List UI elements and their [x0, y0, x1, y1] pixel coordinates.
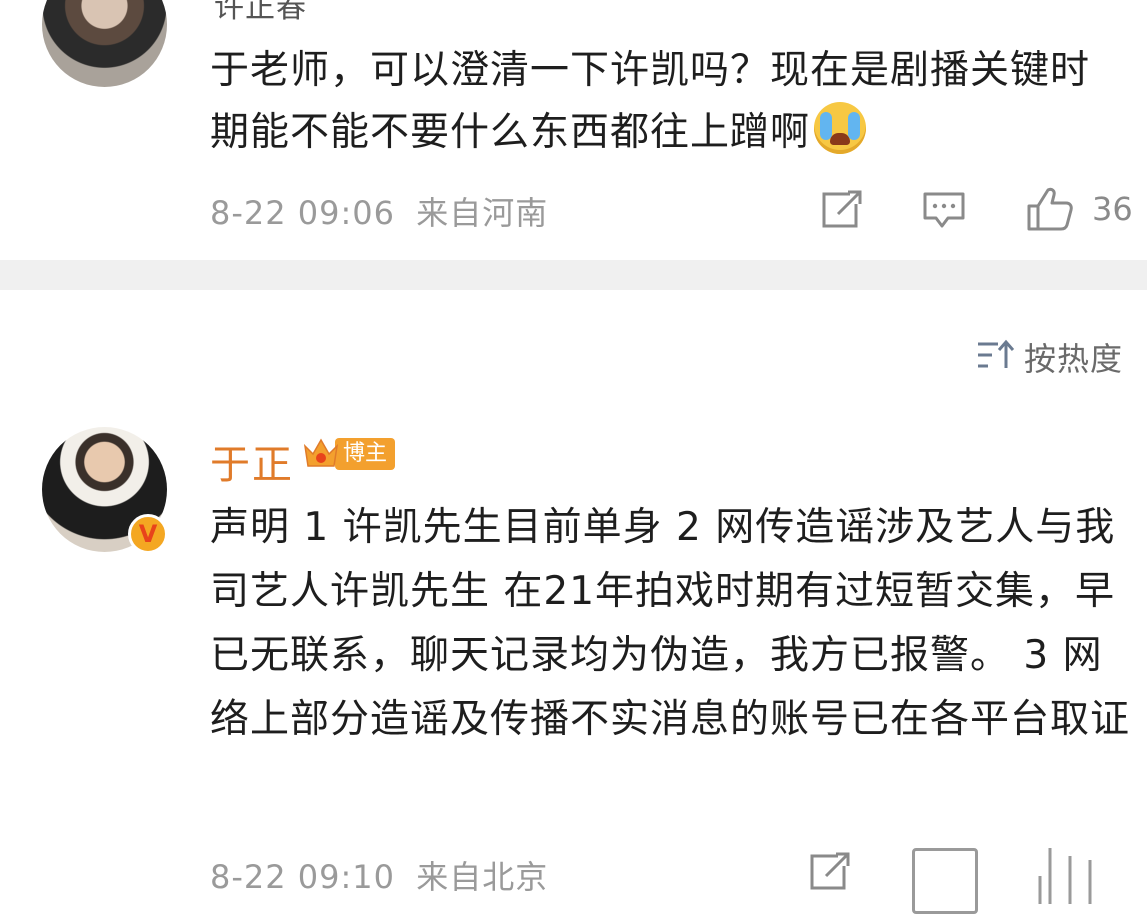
- comment-location: 来自河南: [416, 194, 549, 232]
- verified-badge-icon: V: [128, 514, 168, 554]
- comment-meta: 8-22 09:06 来自河南: [210, 188, 548, 234]
- commenter-name[interactable]: 于正: [210, 432, 294, 490]
- like-thumb-icon[interactable]: [1030, 846, 1120, 906]
- commenter-name[interactable]: 许正春: [214, 0, 307, 26]
- comment-text: 于老师，可以澄清一下许凯吗？现在是剧播关键时期能不能不要什么东西都往上蹭啊: [210, 40, 1110, 164]
- sort-by-hot-button[interactable]: 按热度: [976, 334, 1123, 380]
- comment-time: 8-22 09:06: [210, 194, 396, 232]
- like-count: 36: [1092, 190, 1133, 228]
- commenter-avatar[interactable]: [42, 0, 167, 87]
- like-thumb-icon[interactable]: [1026, 186, 1074, 232]
- comment-time: 8-22 09:10: [210, 858, 396, 896]
- author-badge-label: 博主: [335, 438, 396, 470]
- share-icon[interactable]: [820, 190, 864, 230]
- comment-meta: 8-22 09:10 来自北京: [210, 852, 548, 898]
- section-divider: [0, 260, 1147, 290]
- author-badge: 博主: [301, 434, 396, 474]
- comment-location: 来自北京: [416, 858, 549, 896]
- comment-text-body: 于老师，可以澄清一下许凯吗？现在是剧播关键时期能不能不要什么东西都往上蹭啊: [210, 48, 1091, 155]
- comment-text: 声明 1 许凯先生目前单身 2 网传造谣涉及艺人与我司艺人许凯先生 在21年拍戏…: [210, 505, 1131, 742]
- sort-icon: [976, 338, 1016, 376]
- crown-icon: [301, 434, 341, 474]
- comment-reply-icon[interactable]: [912, 848, 978, 914]
- crying-face-icon: [814, 102, 867, 154]
- sort-label: 按热度: [1024, 340, 1124, 378]
- share-icon[interactable]: [808, 852, 852, 892]
- comment-reply-icon[interactable]: [922, 190, 966, 230]
